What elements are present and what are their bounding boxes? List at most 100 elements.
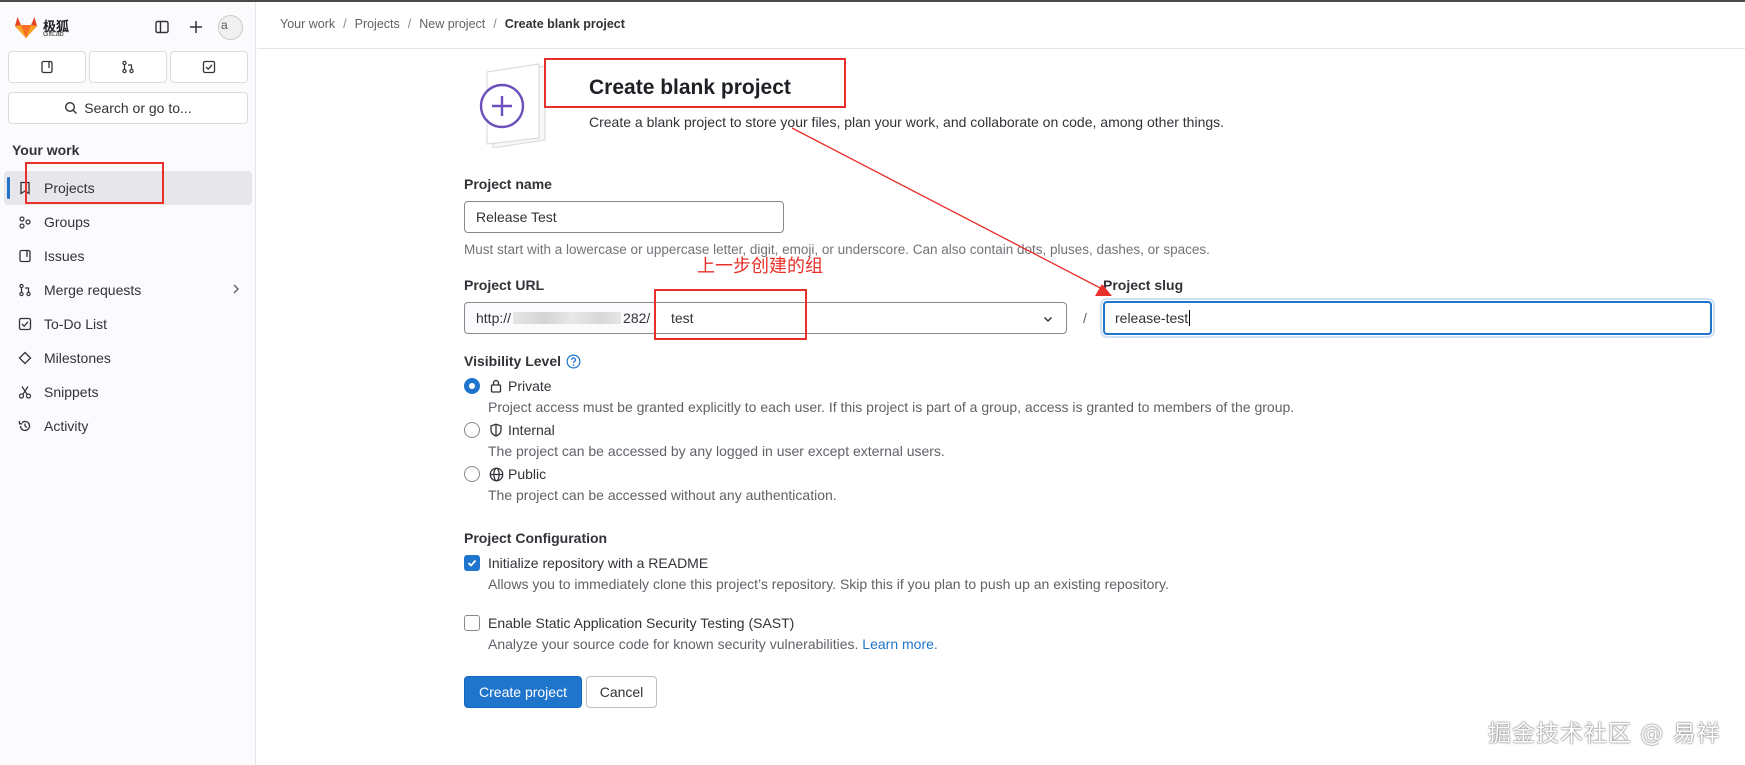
sidebar-item-label: Snippets <box>44 384 99 400</box>
sidebar-item-todo-list[interactable]: To-Do List <box>4 307 252 341</box>
chevron-down-icon <box>1043 316 1053 323</box>
visibility-option-label: Private <box>508 378 552 394</box>
group-icon <box>19 216 31 229</box>
readme-checkbox[interactable] <box>464 555 480 571</box>
toggle-sidebar-button[interactable] <box>151 16 173 38</box>
visibility-internal-option[interactable]: Internal <box>464 422 555 438</box>
watermark: 掘金技术社区 @ 易祥 <box>1488 721 1721 747</box>
breadcrumb: Your work / Projects / New project / Cre… <box>280 17 625 31</box>
url-slash: / <box>1083 310 1087 326</box>
lock-icon <box>490 379 502 393</box>
sast-label: Enable Static Application Security Testi… <box>488 615 795 631</box>
radio-private[interactable] <box>464 378 480 394</box>
merge-request-icon <box>19 283 31 297</box>
visibility-option-label: Public <box>508 466 547 482</box>
sast-option[interactable]: Enable Static Application Security Testi… <box>464 615 794 631</box>
breadcrumb-separator: / <box>407 17 412 31</box>
sidebar-item-merge-requests[interactable]: Merge requests <box>4 273 252 307</box>
project-name-help: Must start with a lowercase or uppercase… <box>464 242 1210 257</box>
sast-desc: Analyze your source code for known secur… <box>488 636 859 652</box>
readme-label: Initialize repository with a README <box>488 555 709 571</box>
sidebar-item-snippets[interactable]: Snippets <box>4 375 252 409</box>
visibility-public-desc: The project can be accessed without any … <box>488 487 837 503</box>
sidebar-nav: Projects Groups Issues Merge requests To… <box>4 171 252 443</box>
annotation-text: 上一步创建的组 <box>697 256 823 277</box>
project-slug-value: release-test <box>1115 310 1189 326</box>
snippet-icon <box>18 386 32 399</box>
blurred-host <box>513 312 622 324</box>
readme-option[interactable]: Initialize repository with a README <box>464 555 708 571</box>
breadcrumb-your-work[interactable]: Your work <box>280 17 335 31</box>
search-icon <box>65 101 78 114</box>
learn-more-link[interactable]: Learn more. <box>862 636 937 652</box>
sidebar-item-milestones[interactable]: Milestones <box>4 341 252 375</box>
breadcrumb-separator: / <box>343 17 347 31</box>
annotation-box-projects <box>25 162 164 204</box>
project-slug-label: Project slug <box>1103 277 1184 293</box>
project-name-label: Project name <box>464 176 552 192</box>
breadcrumb-separator: / <box>493 17 497 31</box>
sidebar-item-label: To-Do List <box>44 316 108 332</box>
breadcrumb-projects[interactable]: Projects <box>355 17 400 31</box>
project-url-prefix: http:// 282/ <box>464 302 655 334</box>
radio-internal[interactable] <box>464 422 480 438</box>
text-caret <box>1189 310 1191 326</box>
check-icon <box>467 559 477 567</box>
todo-icon <box>18 317 32 331</box>
merge-requests-button[interactable] <box>89 51 167 83</box>
history-icon <box>18 420 31 432</box>
visibility-option-label: Internal <box>508 422 555 438</box>
quick-actions <box>8 51 248 83</box>
create-project-button[interactable]: Create project <box>464 676 582 708</box>
avatar-alt-text: a <box>221 18 228 32</box>
window-top-border <box>0 0 1745 2</box>
sidebar-section-title: Your work <box>12 142 80 158</box>
project-name-input[interactable]: Release Test <box>464 201 784 233</box>
merge-request-icon <box>122 60 134 74</box>
cancel-button[interactable]: Cancel <box>586 676 657 708</box>
sidebar-item-label: Groups <box>44 214 90 230</box>
url-prefix-start: http:// <box>476 310 512 326</box>
project-url-label: Project URL <box>464 277 545 293</box>
readme-desc: Allows you to immediately clone this pro… <box>488 576 1169 592</box>
gitlab-fox-icon <box>15 17 37 38</box>
search-label: Search or go to... <box>84 100 192 116</box>
user-avatar[interactable]: a <box>218 15 243 40</box>
create-new-button[interactable] <box>185 16 207 38</box>
globe-icon <box>489 467 503 481</box>
project-name-value: Release Test <box>476 209 557 225</box>
search-button[interactable]: Search or go to... <box>8 92 248 124</box>
brand-sub: GitLab <box>43 31 64 38</box>
sast-desc-row: Analyze your source code for known secur… <box>488 636 938 652</box>
visibility-public-option[interactable]: Public <box>464 466 546 482</box>
annotation-box-title <box>544 58 846 108</box>
sidebar-item-groups[interactable]: Groups <box>4 205 252 239</box>
project-config-label: Project Configuration <box>464 530 608 546</box>
sast-checkbox[interactable] <box>464 615 480 631</box>
sidebar-item-label: Merge requests <box>44 282 142 298</box>
sidebar-item-issues[interactable]: Issues <box>4 239 252 273</box>
project-slug-input[interactable]: release-test <box>1103 301 1712 335</box>
milestone-icon <box>18 351 32 365</box>
sidebar-item-activity[interactable]: Activity <box>4 409 252 443</box>
todo-list-button[interactable] <box>170 51 248 83</box>
shield-icon <box>490 423 502 437</box>
issues-icon <box>19 249 31 263</box>
visibility-private-option[interactable]: Private <box>464 378 552 394</box>
question-circle-icon[interactable] <box>566 354 581 369</box>
chevron-right-icon <box>233 284 239 294</box>
breadcrumb-current[interactable]: Create blank project <box>505 17 625 31</box>
breadcrumb-new-project[interactable]: New project <box>419 17 485 31</box>
page-description: Create a blank project to store your fil… <box>589 114 1225 130</box>
radio-public[interactable] <box>464 466 480 482</box>
annotation-box-namespace <box>654 289 807 340</box>
sidebar-item-label: Issues <box>44 248 85 264</box>
sidebar-toggle-icon <box>155 20 169 34</box>
todo-icon <box>202 60 216 74</box>
sidebar: 极狐 GitLab a Search or go to... Your work… <box>0 2 256 765</box>
issues-icon <box>41 60 53 74</box>
assigned-issues-button[interactable] <box>8 51 86 83</box>
visibility-private-desc: Project access must be granted explicitl… <box>488 399 1295 415</box>
visibility-level-title: Visibility Level <box>464 353 581 369</box>
brand-logo[interactable]: 极狐 GitLab <box>12 14 76 40</box>
